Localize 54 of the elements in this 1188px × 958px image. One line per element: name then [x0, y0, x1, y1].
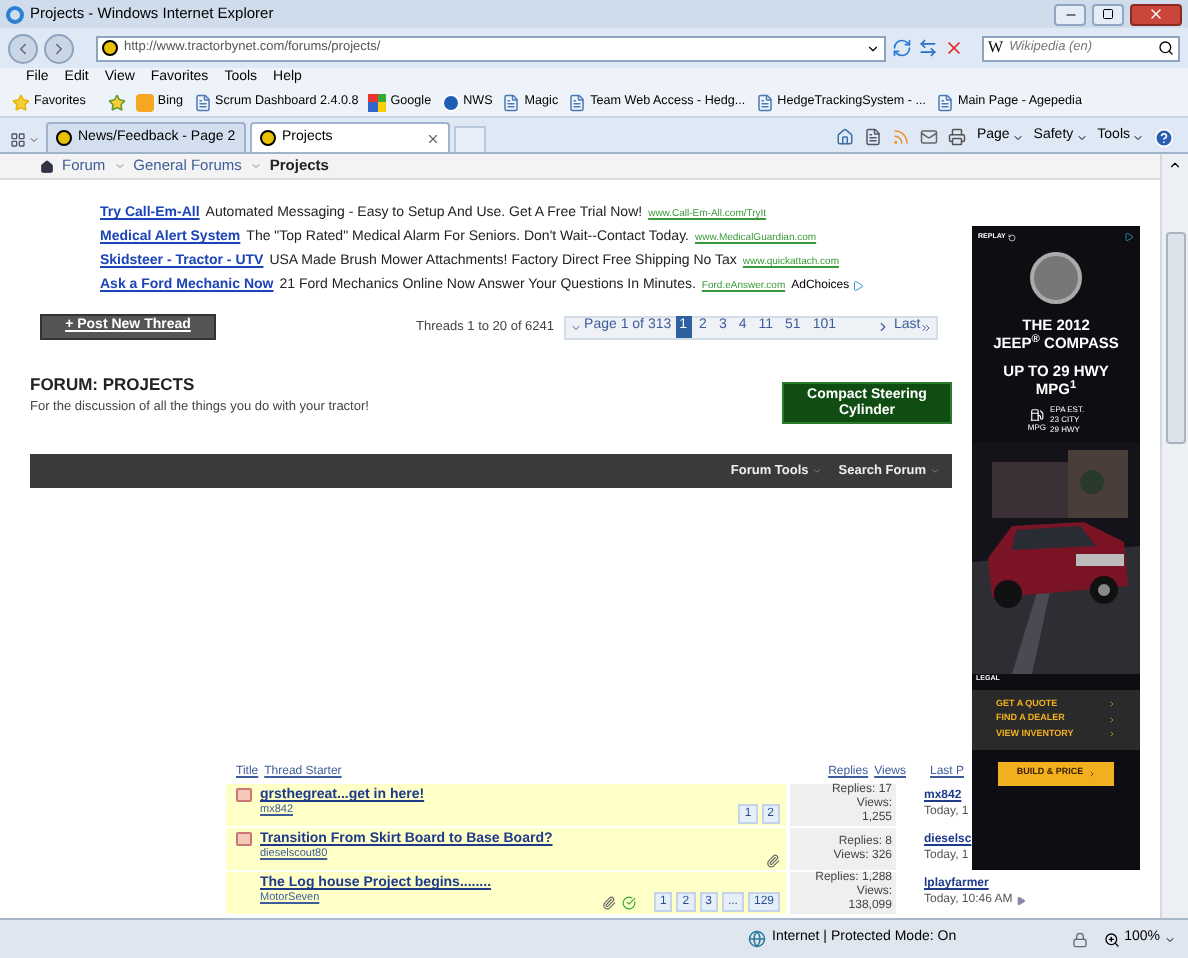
- fuel-pump-icon: [1029, 407, 1044, 422]
- page-icon: [568, 93, 587, 111]
- forward-button[interactable]: [44, 33, 74, 63]
- caret-icon: [930, 466, 940, 476]
- star-icon: [12, 93, 30, 111]
- grid-icon: [10, 131, 26, 147]
- dropdown-icon[interactable]: [866, 41, 880, 55]
- ad-choices-icon[interactable]: [851, 280, 864, 292]
- stop-icon[interactable]: [944, 38, 964, 58]
- mail-icon[interactable]: [920, 128, 939, 146]
- separator-icon: [113, 160, 126, 172]
- close-icon: [1148, 6, 1164, 22]
- add-favorite-icon[interactable]: [107, 93, 126, 111]
- page-icon[interactable]: [864, 128, 883, 146]
- forum-title: FORUM: PROJECTS: [30, 372, 197, 398]
- compatibility-icon[interactable]: [918, 38, 938, 58]
- scroll-up-icon[interactable]: [1168, 158, 1182, 172]
- page-icon: [193, 93, 212, 111]
- replay-icon[interactable]: [1007, 233, 1016, 242]
- ad-choices-icon[interactable]: [1124, 232, 1134, 243]
- go-to-post-icon[interactable]: [1016, 895, 1027, 905]
- page-icon: [755, 93, 774, 111]
- refresh-icon[interactable]: [892, 38, 912, 58]
- browser-logo-icon: [6, 5, 24, 23]
- caret-icon: [1011, 131, 1024, 143]
- help-icon[interactable]: [1154, 127, 1174, 147]
- lock-icon[interactable]: [1072, 931, 1089, 947]
- caret-icon: [570, 321, 583, 333]
- site-icon: [260, 130, 276, 146]
- zoom-icon: [1104, 931, 1121, 947]
- home-icon[interactable]: [40, 159, 54, 173]
- back-button[interactable]: [8, 33, 38, 63]
- caret-icon: [1164, 933, 1176, 945]
- caret-icon: [1075, 131, 1088, 143]
- site-icon: [56, 130, 72, 146]
- separator-icon: [249, 160, 262, 172]
- close-button[interactable]: [1130, 3, 1182, 25]
- close-tab-icon[interactable]: [426, 131, 440, 145]
- next-page-icon[interactable]: [876, 320, 891, 334]
- maximize-icon: [1102, 8, 1114, 20]
- page-icon: [935, 93, 954, 111]
- maximize-button[interactable]: [1092, 3, 1124, 25]
- scroll-thumb[interactable]: [1165, 232, 1185, 444]
- wikipedia-icon: W: [988, 36, 1004, 60]
- site-icon: [102, 40, 118, 56]
- caret-icon: [1132, 131, 1144, 143]
- caret-icon: [28, 133, 40, 145]
- emblem-icon: [1030, 252, 1082, 305]
- page-icon: [502, 93, 521, 111]
- minimize-button[interactable]: [1054, 3, 1086, 25]
- search-icon[interactable]: [1158, 40, 1174, 56]
- caret-icon: [812, 466, 823, 476]
- scrollbar[interactable]: [1160, 154, 1188, 918]
- print-icon[interactable]: [948, 128, 967, 146]
